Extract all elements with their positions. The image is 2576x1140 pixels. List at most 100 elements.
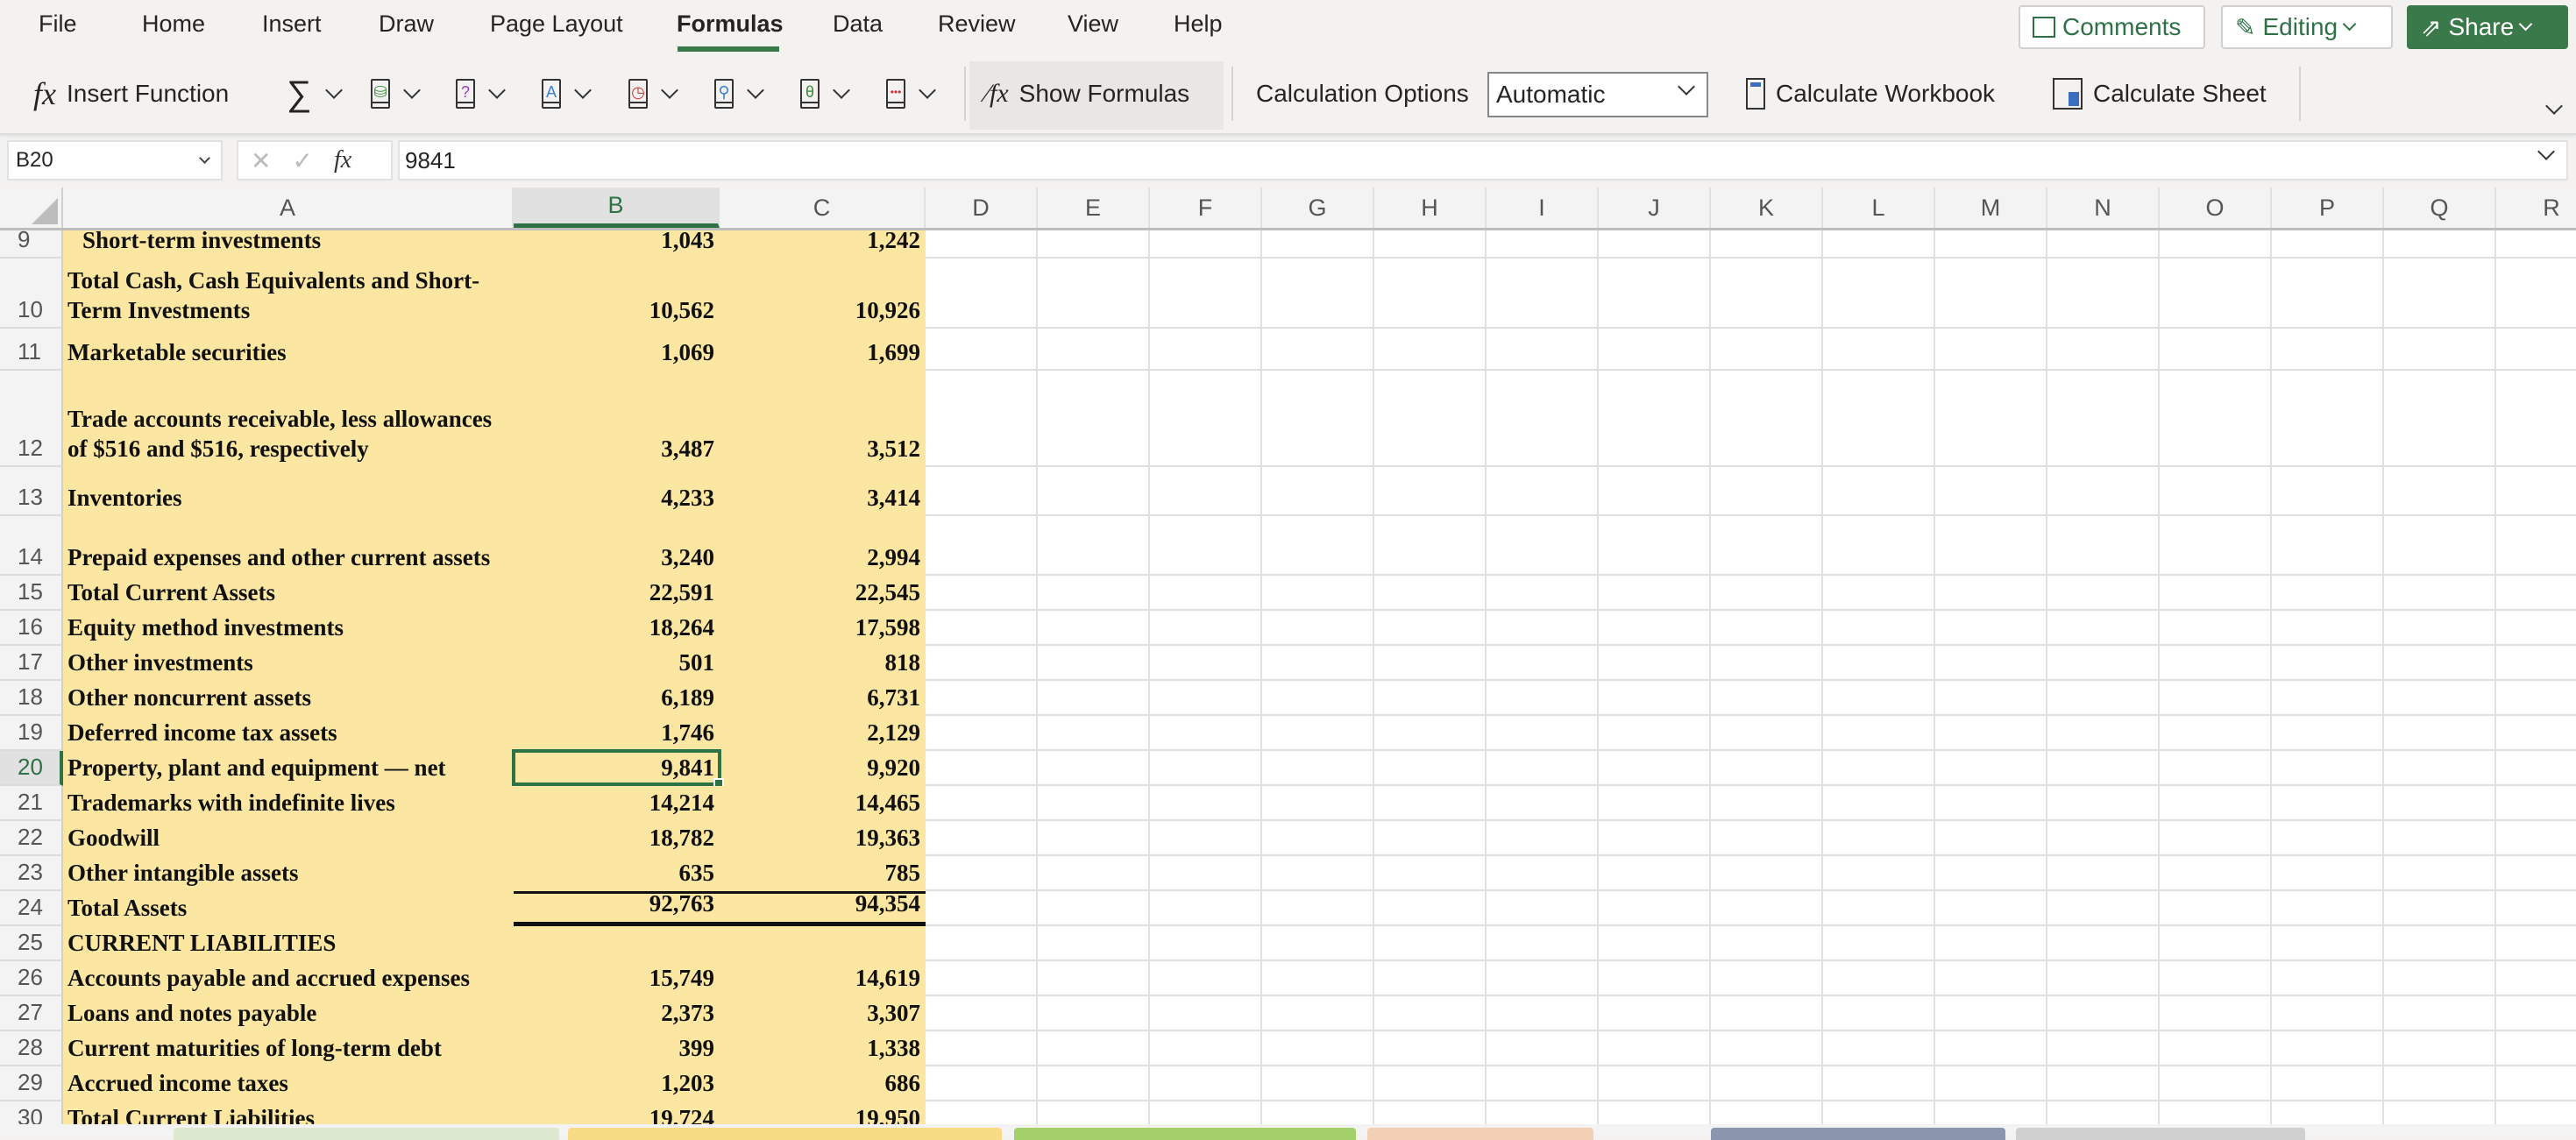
cell-value-c[interactable]: 2,129 — [720, 716, 926, 751]
cell-label[interactable]: Trade accounts receivable, less allowanc… — [63, 371, 514, 467]
cell-label[interactable]: Other investments — [63, 646, 514, 681]
lookup-dropdown[interactable]: ⚲ — [714, 54, 764, 133]
logical-dropdown[interactable]: ? — [456, 54, 506, 133]
cell-label[interactable]: Prepaid expenses and other current asset… — [63, 516, 514, 576]
calculate-sheet-button[interactable]: Calculate Sheet — [2053, 54, 2267, 133]
cell-label[interactable]: Other noncurrent assets — [63, 681, 514, 716]
text-dropdown[interactable]: A — [542, 54, 592, 133]
cell-value-c[interactable]: 1,242 — [720, 227, 926, 258]
cell-value-c[interactable]: 22,545 — [720, 576, 926, 611]
select-all-button[interactable] — [0, 188, 63, 228]
cell-value-b[interactable]: 14,214 — [514, 786, 720, 821]
row-header[interactable]: 15 — [0, 576, 63, 611]
spreadsheet-grid[interactable]: ABCDEFGHIJKLMNOPQR 9 Short-term investmen… — [0, 188, 2576, 1136]
cell-value-c[interactable]: 1,699 — [720, 329, 926, 371]
editing-mode-button[interactable]: ✎ Editing — [2221, 5, 2393, 49]
row-header[interactable]: 18 — [0, 681, 63, 716]
cell-value-b[interactable]: 1,069 — [514, 329, 720, 371]
menu-tab-formulas[interactable]: Formulas — [677, 11, 784, 38]
cell-value-c[interactable]: 19,363 — [720, 821, 926, 856]
math-trig-dropdown[interactable]: θ — [800, 54, 850, 133]
cell-value-c[interactable]: 17,598 — [720, 611, 926, 646]
cell-label[interactable]: CURRENT LIABILITIES — [63, 926, 514, 961]
cell-value-b[interactable]: 501 — [514, 646, 720, 681]
cell-value-b[interactable]: 1,746 — [514, 716, 720, 751]
more-functions-dropdown[interactable]: ••• — [886, 54, 936, 133]
cell-value-b[interactable]: 4,233 — [514, 467, 720, 516]
column-header-h[interactable]: H — [1374, 188, 1487, 228]
calculate-workbook-button[interactable]: Calculate Workbook — [1746, 54, 1995, 133]
comments-button[interactable]: Comments — [2019, 5, 2205, 49]
cell-value-c[interactable] — [720, 926, 926, 961]
column-header-a[interactable]: A — [63, 188, 514, 228]
menu-tab-view[interactable]: View — [1068, 11, 1118, 38]
cell-value-c[interactable]: 3,307 — [720, 996, 926, 1031]
ribbon-collapse-icon[interactable] — [2545, 97, 2563, 115]
cell-value-b[interactable]: 10,562 — [514, 258, 720, 329]
row-header[interactable]: 12 — [0, 371, 63, 467]
financial-dropdown[interactable]: ⛁ — [371, 54, 421, 133]
cell-label[interactable]: Inventories — [63, 467, 514, 516]
cell-label[interactable]: Accounts payable and accrued expenses — [63, 961, 514, 996]
sheet-tab[interactable] — [2016, 1128, 2305, 1140]
sheet-tab[interactable] — [1367, 1128, 1593, 1140]
cell-value-b[interactable]: 1,203 — [514, 1066, 720, 1101]
expand-formula-bar-icon[interactable] — [2537, 143, 2555, 160]
insert-function-icon[interactable]: fx — [334, 146, 351, 174]
row-header[interactable]: 25 — [0, 926, 63, 961]
menu-tab-home[interactable]: Home — [142, 11, 205, 38]
cell-value-c[interactable]: 818 — [720, 646, 926, 681]
menu-tab-file[interactable]: File — [39, 11, 77, 38]
column-header-m[interactable]: M — [1935, 188, 2047, 228]
cell-label[interactable]: Total Assets — [63, 891, 514, 926]
column-header-o[interactable]: O — [2160, 188, 2272, 228]
cancel-icon[interactable]: ✕ — [251, 146, 271, 175]
cell-label[interactable]: Trademarks with indefinite lives — [63, 786, 514, 821]
name-box[interactable]: B20 — [7, 140, 223, 181]
cell-label[interactable]: Goodwill — [63, 821, 514, 856]
row-header[interactable]: 19 — [0, 716, 63, 751]
menu-tab-page-layout[interactable]: Page Layout — [490, 11, 623, 38]
row-header[interactable]: 21 — [0, 786, 63, 821]
row-header[interactable]: 9 — [0, 226, 63, 258]
column-header-c[interactable]: C — [720, 188, 926, 228]
cell-value-b[interactable] — [514, 926, 720, 961]
row-header[interactable]: 11 — [0, 329, 63, 371]
calculation-mode-select[interactable]: Automatic — [1487, 72, 1708, 117]
cell-value-c[interactable]: 785 — [720, 856, 926, 891]
cell-value-c[interactable]: 3,414 — [720, 467, 926, 516]
row-header[interactable]: 20 — [0, 751, 63, 786]
row-header[interactable]: 10 — [0, 258, 63, 329]
sheet-tab[interactable] — [1014, 1128, 1356, 1140]
column-header-q[interactable]: Q — [2384, 188, 2496, 228]
cell-label[interactable]: Deferred income tax assets — [63, 716, 514, 751]
column-header-r[interactable]: R — [2496, 188, 2576, 228]
cell-label[interactable]: Property, plant and equipment — net — [63, 751, 514, 786]
menu-tab-data[interactable]: Data — [833, 11, 883, 38]
cell-value-b[interactable]: 18,782 — [514, 821, 720, 856]
row-header[interactable]: 13 — [0, 467, 63, 516]
cell-label[interactable]: Other intangible assets — [63, 856, 514, 891]
cell-value-b[interactable]: 2,373 — [514, 996, 720, 1031]
menu-tab-draw[interactable]: Draw — [379, 11, 434, 38]
cell-value-b[interactable]: 399 — [514, 1031, 720, 1066]
cell-value-b[interactable]: 1,043 — [514, 227, 720, 258]
column-header-n[interactable]: N — [2047, 188, 2160, 228]
cell-value-b[interactable]: 635 — [514, 856, 720, 891]
row-header[interactable]: 17 — [0, 646, 63, 681]
cell-value-c[interactable]: 14,619 — [720, 961, 926, 996]
cell-value-c[interactable]: 3,512 — [720, 371, 926, 467]
row-header[interactable]: 24 — [0, 891, 63, 926]
row-header[interactable]: 26 — [0, 961, 63, 996]
row-header[interactable]: 28 — [0, 1031, 63, 1066]
column-header-i[interactable]: I — [1487, 188, 1599, 228]
cell-label[interactable]: Current maturities of long-term debt — [63, 1031, 514, 1066]
menu-tab-insert[interactable]: Insert — [262, 11, 322, 38]
cell-value-c[interactable]: 2,994 — [720, 516, 926, 576]
enter-icon[interactable]: ✓ — [292, 146, 312, 175]
cell-value-b[interactable]: 3,487 — [514, 371, 720, 467]
cell-value-b[interactable]: 18,264 — [514, 611, 720, 646]
cell-value-b[interactable]: 92,763 — [514, 890, 720, 926]
cell-label[interactable]: Total Current Assets — [63, 576, 514, 611]
row-header[interactable]: 22 — [0, 821, 63, 856]
